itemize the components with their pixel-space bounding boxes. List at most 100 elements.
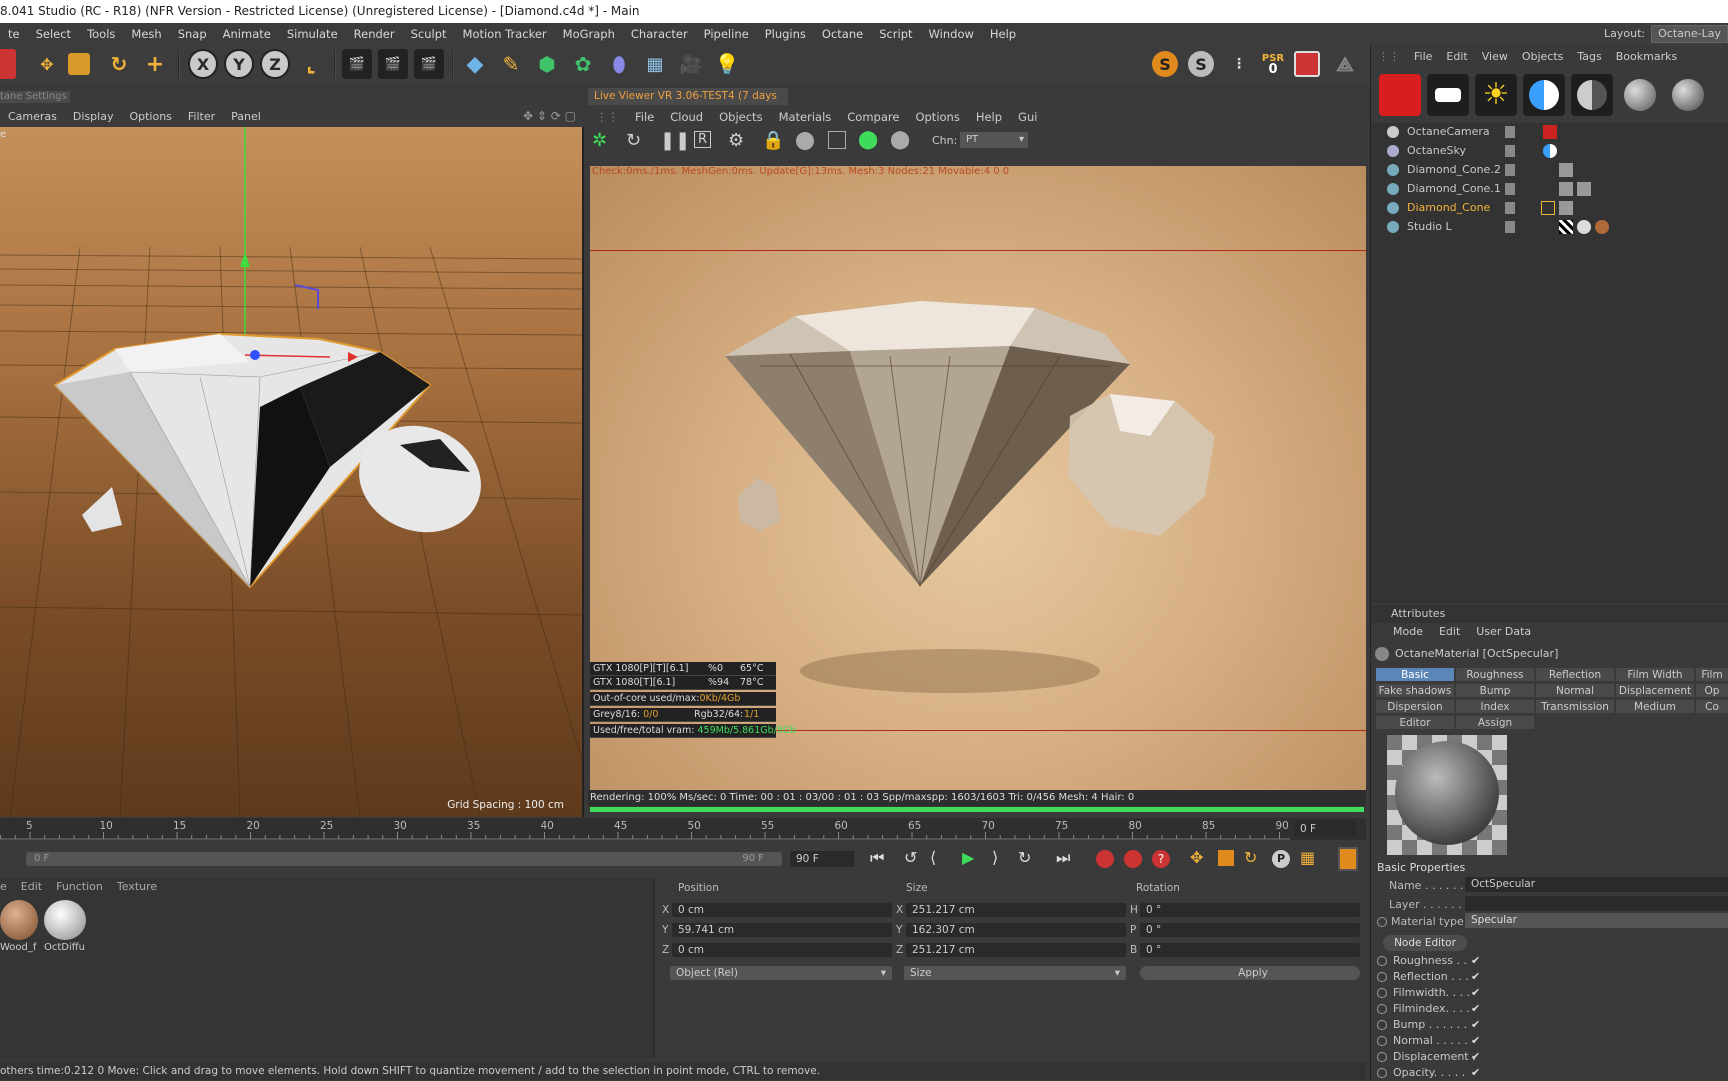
om-menu-item[interactable]: Bookmarks (1609, 50, 1684, 63)
region-render-icon[interactable]: R (694, 131, 712, 148)
menu-item[interactable]: Plugins (757, 27, 814, 41)
restart-render-icon[interactable]: ↻ (626, 130, 641, 151)
animation-dot-icon[interactable] (1377, 956, 1387, 966)
hdri-environment-icon[interactable] (1523, 74, 1565, 116)
rotation-b-field[interactable]: 0 ° (1140, 943, 1360, 957)
key-pla-icon[interactable]: ▦ (1300, 848, 1315, 867)
max-frame-field[interactable]: 90 F (790, 851, 854, 867)
visibility-icon[interactable] (1505, 164, 1515, 176)
checkmark-icon[interactable]: ✔ (1471, 1001, 1480, 1017)
checker-tag-icon[interactable] (1559, 220, 1573, 234)
animation-dot-icon[interactable] (1377, 917, 1387, 927)
camera-icon[interactable]: 🎥 (676, 49, 706, 79)
position-x-field[interactable]: 0 cm (672, 903, 892, 917)
object-row-selected[interactable]: Diamond_Cone (1379, 199, 1728, 217)
lv-menu-item[interactable]: Objects (711, 110, 770, 124)
om-menu-item[interactable]: Edit (1439, 50, 1474, 63)
animation-dot-icon[interactable] (1377, 1004, 1387, 1014)
go-to-start-icon[interactable]: ⏮ (870, 848, 884, 868)
size-x-field[interactable]: 251.217 cm (906, 903, 1126, 917)
name-input[interactable]: OctSpecular (1465, 877, 1728, 892)
tab-opacity[interactable]: Op (1695, 683, 1728, 698)
play-icon[interactable]: ▶ (962, 848, 974, 867)
octane-settings-tab[interactable]: tane Settings (0, 91, 70, 103)
coordinate-mode-select[interactable]: Object (Rel) ▾ (670, 966, 892, 980)
previous-key-icon[interactable]: ↺ (904, 848, 917, 867)
deformer-icon[interactable]: ⬮ (604, 49, 634, 79)
menu-item[interactable]: Character (623, 27, 696, 41)
menu-item[interactable]: Tools (79, 27, 123, 41)
viewport-menu-item[interactable]: Filter (180, 110, 223, 123)
material-preview[interactable] (1387, 735, 1507, 855)
lock-x-button[interactable]: X (188, 49, 218, 79)
node-editor-button[interactable]: Node Editor (1383, 935, 1467, 951)
live-viewer-title[interactable]: Live Viewer VR 3.06-TEST4 (7 days left) (588, 88, 788, 119)
frame-icon[interactable] (828, 131, 846, 149)
checkmark-icon[interactable]: ✔ (1471, 953, 1480, 969)
tab-film-width[interactable]: Film Width (1615, 667, 1695, 682)
checkmark-icon[interactable]: ✔ (1471, 1065, 1480, 1081)
autokey-icon[interactable] (1124, 850, 1142, 868)
timeline-layout-icon[interactable] (1338, 847, 1358, 871)
animation-dot-icon[interactable] (1377, 988, 1387, 998)
z-axis-handle[interactable] (250, 350, 260, 360)
next-key-icon[interactable]: ↻ (1018, 848, 1031, 867)
record-key-icon[interactable] (1096, 850, 1114, 868)
lv-menu-item[interactable]: Cloud (662, 110, 711, 124)
checkmark-icon[interactable]: ✔ (1471, 1033, 1480, 1049)
lock-z-button[interactable]: Z (260, 49, 290, 79)
channel-row[interactable]: Filmindex. . . . ✔ (1377, 1001, 1728, 1017)
material-tag-icon[interactable] (1559, 201, 1573, 215)
tab-bump[interactable]: Bump (1455, 683, 1535, 698)
current-frame-field[interactable]: 0 F (1294, 821, 1356, 837)
octane-s-button[interactable]: S (1152, 51, 1178, 77)
menu-item[interactable]: Sculpt (403, 27, 455, 41)
lv-menu-item[interactable]: File (627, 110, 662, 124)
lv-menu-item[interactable]: Materials (771, 110, 840, 124)
om-menu-item[interactable]: Tags (1570, 50, 1608, 63)
visibility-icon[interactable] (1505, 183, 1515, 195)
apply-button[interactable]: Apply (1140, 966, 1360, 980)
checkmark-icon[interactable]: ✔ (1471, 969, 1480, 985)
tab-reflection[interactable]: Reflection (1535, 667, 1615, 682)
settings-gear-icon[interactable]: ⚙ (728, 130, 744, 151)
channel-row[interactable]: Roughness . . ✔ (1377, 953, 1728, 969)
tab-assign[interactable]: Assign (1455, 715, 1535, 730)
viewport-nav-icon[interactable]: ✥ ⇕ ⟳ ▢ (515, 109, 584, 123)
menu-item[interactable]: Window (921, 27, 982, 41)
size-mode-select[interactable]: Size ▾ (904, 966, 1126, 980)
lv-menu-item[interactable]: Compare (839, 110, 907, 124)
lv-menu-item[interactable]: Help (968, 110, 1010, 124)
figure-icon[interactable]: ⟁ (1330, 49, 1360, 79)
lock-y-button[interactable]: Y (224, 49, 254, 79)
material-menu-item[interactable]: Function (56, 878, 103, 896)
attr-menu-item[interactable]: User Data (1476, 623, 1531, 641)
light-icon[interactable]: 💡 (712, 49, 742, 79)
viewport-menu-item[interactable]: Display (65, 110, 122, 123)
y-axis-handle[interactable] (240, 252, 250, 267)
menu-item[interactable]: Render (346, 27, 403, 41)
menu-item[interactable]: MoGraph (555, 27, 623, 41)
visibility-icon[interactable] (1505, 202, 1515, 214)
phong-tag-icon[interactable] (1541, 201, 1555, 215)
channel-row[interactable]: Opacity. . . . . ✔ (1377, 1065, 1728, 1081)
plane-handle[interactable] (294, 284, 319, 309)
channel-row[interactable]: Normal . . . . . ✔ (1377, 1033, 1728, 1049)
render-picture-viewer-icon[interactable]: 🎬 (378, 49, 408, 79)
visibility-icon[interactable] (1505, 126, 1515, 138)
attr-menu-item[interactable]: Mode (1393, 623, 1423, 641)
tab-basic[interactable]: Basic (1375, 667, 1455, 682)
daylight-icon[interactable]: ☀ (1475, 74, 1517, 116)
checkmark-icon[interactable]: ✔ (1471, 1049, 1480, 1065)
key-scale-icon[interactable] (1218, 850, 1234, 866)
area-light-icon[interactable] (1427, 74, 1469, 116)
rotation-p-field[interactable]: 0 ° (1140, 923, 1360, 937)
pick-material-icon[interactable]: ⬤ (890, 129, 910, 150)
material-diffuse-icon[interactable] (1619, 74, 1661, 116)
viewport-menu-item[interactable]: Cameras (0, 110, 65, 123)
render-canvas[interactable]: GTX 1080[P][T][6.1] %0 65°C GTX 1080[T][6.… (590, 166, 1366, 806)
channel-row[interactable]: Displacement . ✔ (1377, 1049, 1728, 1065)
cloner-icon[interactable]: ✿ (568, 49, 598, 79)
lv-menu-item[interactable]: Gui (1010, 110, 1045, 124)
material-type-select[interactable]: Specular (1465, 913, 1728, 928)
